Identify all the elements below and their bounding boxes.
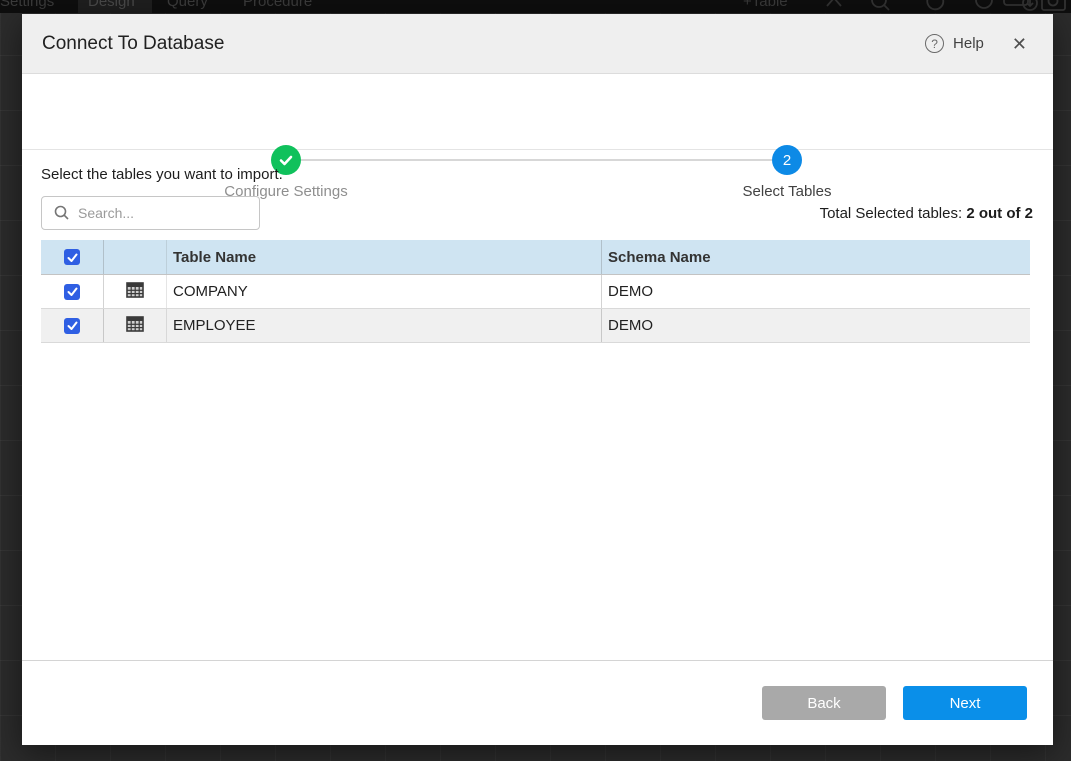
step-2-label: Select Tables	[687, 183, 887, 200]
help-label: Help	[953, 35, 984, 52]
step-connector-line	[301, 159, 772, 161]
back-button[interactable]: Back	[762, 686, 886, 720]
summary-count: 2 out of 2	[966, 205, 1033, 222]
connect-to-database-dialog: Connect To Database ? Help ✕ Configure S…	[22, 14, 1053, 745]
dialog-title: Connect To Database	[42, 33, 224, 55]
tab-settings: Settings	[0, 0, 54, 10]
table-name-cell: COMPANY	[167, 275, 602, 308]
row-checkbox[interactable]	[64, 318, 80, 334]
screenshot-icon	[1040, 0, 1068, 13]
footer-divider	[22, 660, 1053, 661]
app-topbar: Settings Design Query Procedure +Table	[0, 0, 1071, 13]
undo-icon	[922, 0, 946, 13]
search-icon	[868, 0, 892, 13]
tab-query: Query	[167, 0, 208, 10]
summary-prefix: Total Selected tables:	[820, 205, 967, 222]
redo-icon	[972, 0, 996, 13]
export-icon	[1002, 0, 1042, 13]
step-2-circle[interactable]: 2	[772, 145, 802, 175]
select-all-checkbox[interactable]	[64, 249, 80, 265]
schema-name-cell: DEMO	[602, 309, 1030, 342]
table-row[interactable]: EMPLOYEE DEMO	[41, 309, 1030, 343]
table-name-cell: EMPLOYEE	[167, 309, 602, 342]
search-icon	[54, 205, 70, 221]
help-icon: ?	[925, 34, 944, 53]
table-name-header: Table Name	[167, 240, 602, 274]
next-button[interactable]: Next	[903, 686, 1027, 720]
search-input[interactable]	[78, 205, 238, 221]
add-table-button: +Table	[743, 0, 788, 10]
row-checkbox[interactable]	[64, 284, 80, 300]
schema-name-header: Schema Name	[602, 240, 1030, 274]
instruction-text: Select the tables you want to import.	[41, 166, 283, 183]
table-grid-icon	[126, 316, 144, 336]
tab-design: Design	[88, 0, 135, 10]
close-icon[interactable]: ✕	[1012, 35, 1027, 53]
table-header-row: Table Name Schema Name	[41, 240, 1030, 275]
tab-procedure: Procedure	[243, 0, 312, 10]
schema-name-cell: DEMO	[602, 275, 1030, 308]
selected-tables-summary: Total Selected tables: 2 out of 2	[820, 205, 1033, 222]
help-button[interactable]: ? Help	[925, 34, 984, 53]
table-grid-icon	[126, 282, 144, 302]
tables-list: Table Name Schema Name COMPANY DEMO	[41, 240, 1030, 343]
dialog-header: Connect To Database ? Help ✕	[22, 14, 1053, 74]
table-row[interactable]: COMPANY DEMO	[41, 275, 1030, 309]
step-indicator: Configure Settings 2 Select Tables	[22, 74, 1053, 150]
collapse-icon	[822, 0, 846, 13]
table-search-box	[41, 196, 260, 230]
